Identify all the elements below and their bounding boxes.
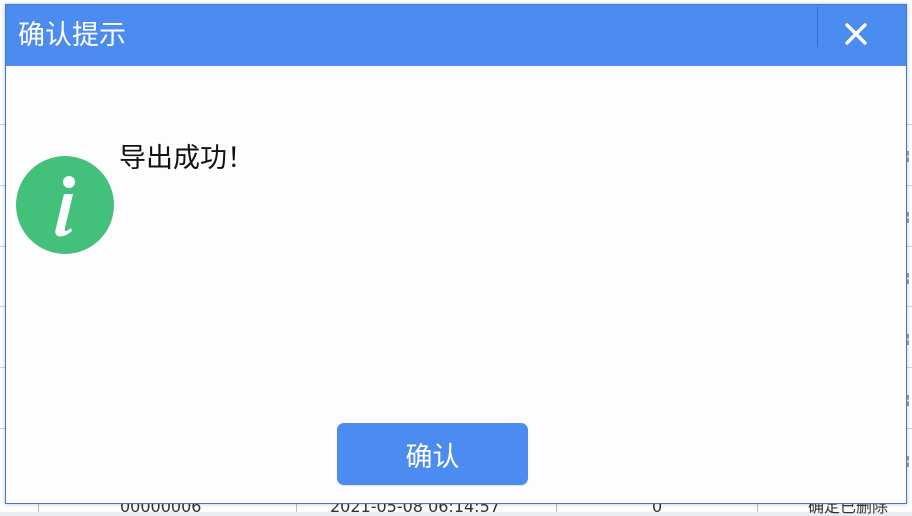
- dialog-message: 导出成功！: [119, 143, 254, 174]
- close-button[interactable]: [826, 9, 886, 59]
- close-icon: [845, 23, 867, 45]
- confirm-button[interactable]: 确认: [337, 423, 528, 485]
- info-icon: [16, 156, 114, 254]
- header-separator: [817, 7, 818, 47]
- dialog-body: 导出成功！ 确认: [6, 66, 906, 503]
- confirm-dialog: 确认提示 导出成功！ 确认: [5, 4, 907, 504]
- dialog-header: 确认提示: [6, 5, 906, 66]
- dialog-title: 确认提示: [18, 20, 126, 51]
